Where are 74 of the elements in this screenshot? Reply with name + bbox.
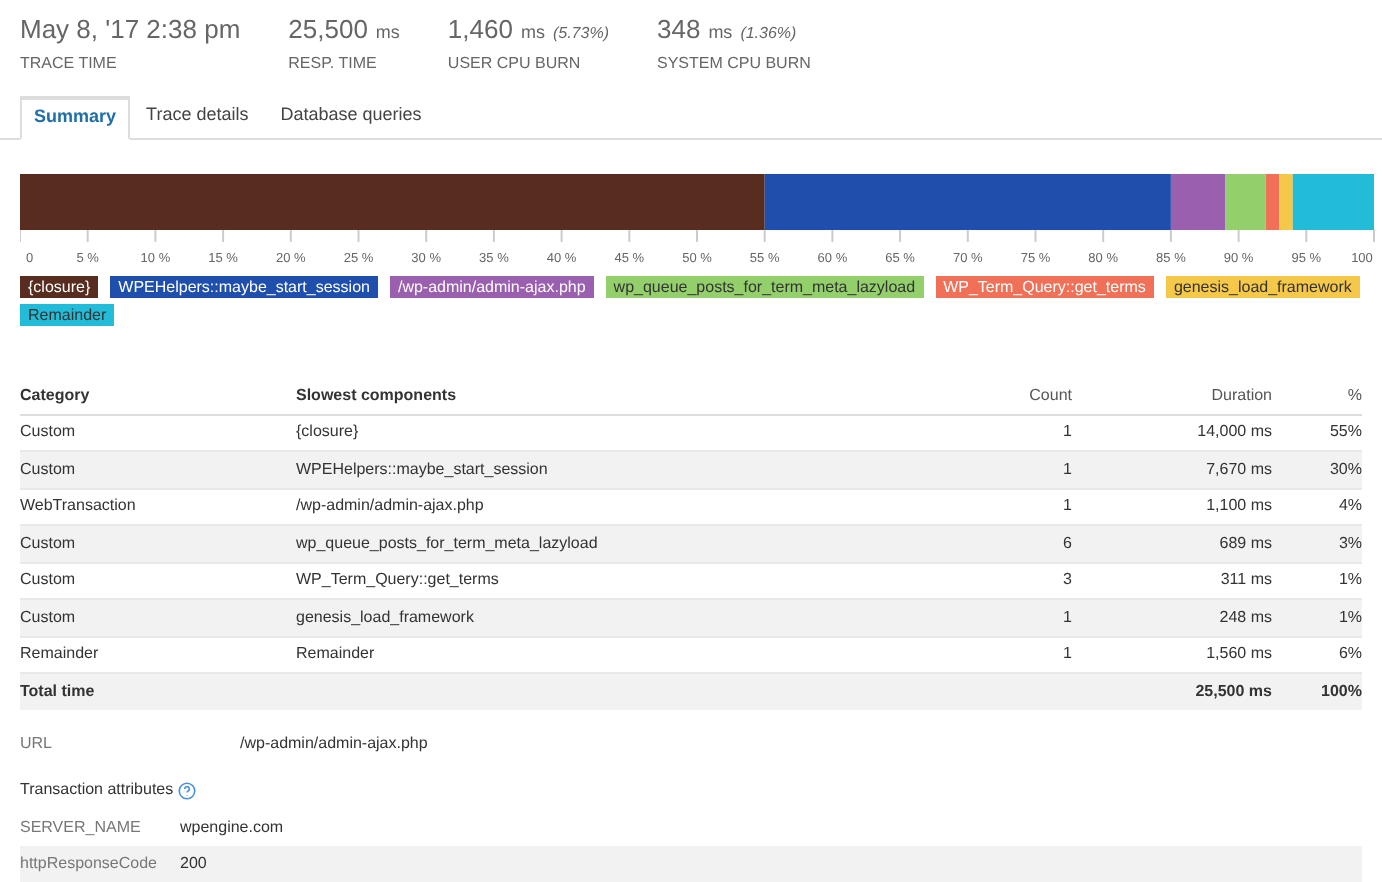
table-cell-text: Custom <box>20 568 78 593</box>
legend-item: {closure} <box>20 275 99 297</box>
column-header: Count <box>1027 384 1072 408</box>
stat-unit: ms <box>708 20 733 46</box>
attribute-name: SERVER_NAME <box>20 816 143 840</box>
attribute-value: 200 <box>180 852 207 876</box>
stat-label: USER CPU BURN <box>447 51 583 75</box>
table-cell-text: Custom <box>20 531 78 556</box>
stat-label: TRACE TIME <box>20 51 119 75</box>
table-cell-text: 14,000 ms <box>1195 420 1272 445</box>
table-cell-text: Custom <box>20 457 78 482</box>
table-cell-text: Remainder <box>20 642 101 667</box>
table-cell-text: 1 <box>1061 605 1072 630</box>
table-cell-text: 4% <box>1336 494 1362 519</box>
table-cell-text: wp_queue_posts_for_term_meta_lazyload <box>296 531 600 556</box>
table-cell-text: 7,670 ms <box>1204 457 1272 482</box>
legend-item: genesis_load_framework <box>1165 275 1360 297</box>
column-header: Category <box>20 384 92 408</box>
table-cell-text: 1,100 ms <box>1204 494 1272 519</box>
stat-percent: (5.73%) <box>552 22 609 46</box>
table-cell-text: {closure} <box>296 420 361 445</box>
url-label: URL <box>20 732 55 756</box>
table-cell-text: 311 ms <box>1218 568 1272 593</box>
stat-unit: ms <box>375 20 400 46</box>
url-value: /wp-admin/admin-ajax.php <box>240 732 428 756</box>
table-cell-text: 55% <box>1327 420 1362 445</box>
tab[interactable]: Trace details <box>130 93 265 137</box>
table-cell-text: Remainder <box>296 642 377 667</box>
attribute-name: httpResponseCode <box>20 852 159 876</box>
table-cell-text: Custom <box>20 605 78 630</box>
stat-value: May 8, '17 2:38 pm <box>20 12 241 48</box>
table-cell-text: 3% <box>1336 531 1362 556</box>
table-cell-text: 1% <box>1336 605 1362 630</box>
table-cell-text: 6% <box>1336 642 1362 667</box>
table-cell-text: 1 <box>1061 494 1072 519</box>
table-cell-text: 1 <box>1061 457 1072 482</box>
stat-unit: ms <box>520 20 545 46</box>
column-header: % <box>1345 384 1362 408</box>
table-cell-text: 248 ms <box>1217 605 1272 630</box>
table-cell-text: 1 <box>1061 642 1072 667</box>
table-cell-text: 1 <box>1061 420 1072 445</box>
column-header: Slowest components <box>296 384 459 408</box>
stat-label: SYSTEM CPU BURN <box>656 51 811 75</box>
help-icon[interactable] <box>177 781 196 799</box>
legend-item: Remainder <box>20 303 115 325</box>
legend-item: WPEHelpers::maybe_start_session <box>110 275 378 297</box>
legend-item: wp_queue_posts_for_term_meta_lazyload <box>605 275 924 297</box>
section-title: Transaction attributes <box>20 778 174 802</box>
table-cell-text: /wp-admin/admin-ajax.php <box>296 494 486 519</box>
table-cell-text: 30% <box>1327 457 1362 482</box>
total-cell-text: Total time <box>20 680 97 704</box>
total-cell-text: 25,500 ms <box>1193 680 1272 704</box>
table-cell-text: 1,560 ms <box>1204 642 1272 667</box>
table-cell-text: WebTransaction <box>20 494 138 519</box>
table-cell-text: genesis_load_framework <box>296 605 476 630</box>
attribute-value: wpengine.com <box>180 816 284 840</box>
table-cell-text: WPEHelpers::maybe_start_session <box>296 457 550 482</box>
legend-item: WP_Term_Query::get_terms <box>935 275 1154 297</box>
tab[interactable]: Summary <box>20 95 131 139</box>
stat-value: 1,460 <box>447 12 513 48</box>
stat-value: 348 <box>656 12 701 48</box>
stat-percent: (1.36%) <box>740 22 797 46</box>
total-cell-text: 100% <box>1319 680 1362 704</box>
tab[interactable]: Database queries <box>264 93 438 137</box>
stat-label: RESP. TIME <box>288 51 379 75</box>
table-cell-text: 3 <box>1061 568 1072 593</box>
table-cell-text: Custom <box>20 420 78 445</box>
stat-value: 25,500 <box>288 12 368 48</box>
legend-item: /wp-admin/admin-ajax.php <box>389 275 594 297</box>
table-cell-text: WP_Term_Query::get_terms <box>296 568 501 593</box>
table-cell-text: 6 <box>1061 531 1072 556</box>
column-header: Duration <box>1209 384 1272 408</box>
table-cell-text: 1% <box>1336 568 1362 593</box>
table-cell-text: 689 ms <box>1217 531 1272 556</box>
